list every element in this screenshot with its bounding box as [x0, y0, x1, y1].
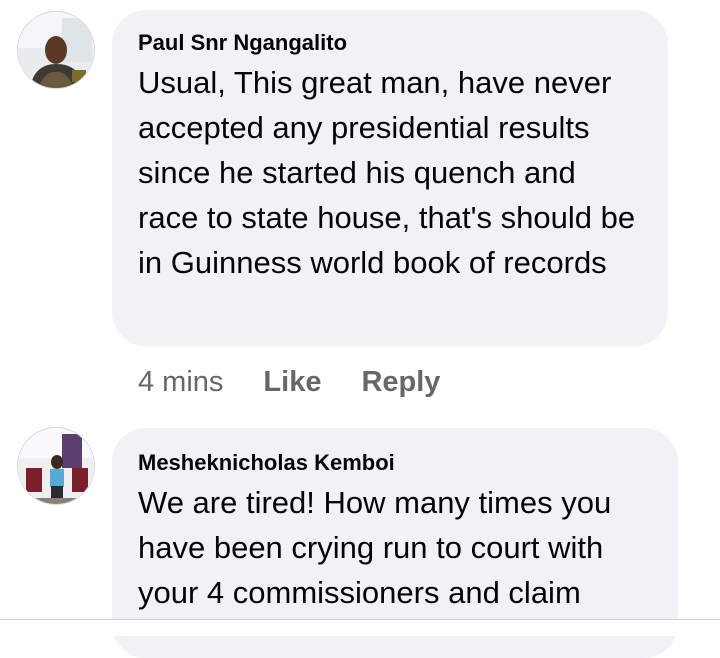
like-button[interactable]: Like — [263, 366, 321, 399]
reply-button[interactable]: Reply — [361, 366, 440, 399]
comment-timestamp[interactable]: 4 mins — [138, 366, 223, 399]
comment-bubble: Paul Snr Ngangalito Usual, This great ma… — [112, 10, 668, 346]
comment-author[interactable]: Mesheknicholas Kemboi — [138, 450, 652, 476]
comment-text: Usual, This great man, have never accept… — [138, 65, 636, 280]
comment-author[interactable]: Paul Snr Ngangalito — [138, 30, 642, 56]
bottom-bar — [0, 620, 720, 636]
profile-photo-icon — [18, 428, 94, 504]
avatar[interactable] — [17, 11, 95, 89]
avatar[interactable] — [17, 427, 95, 505]
comment-text: We are tired! How many times you have be… — [138, 485, 612, 610]
comment-actions: 4 mins Like Reply — [138, 362, 440, 402]
profile-photo-icon — [18, 12, 94, 88]
